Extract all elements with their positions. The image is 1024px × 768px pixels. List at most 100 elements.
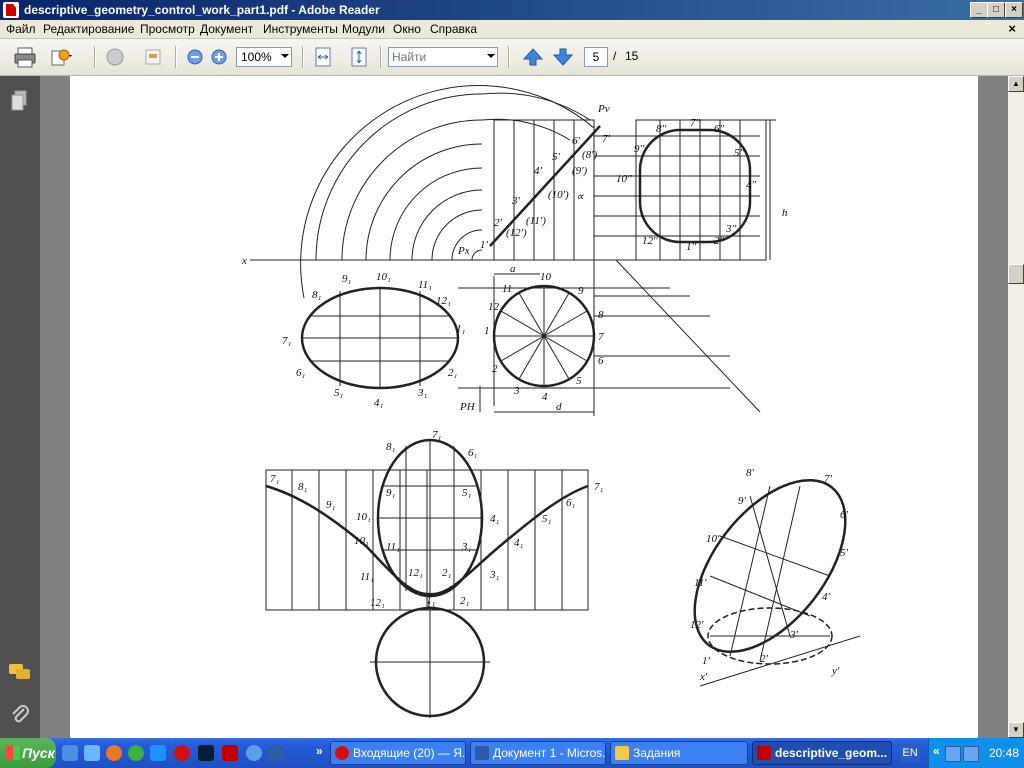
top-view-number: 5 [576,375,582,387]
d-dimension-label: d [556,401,562,413]
h-dimension-label: h [782,207,788,219]
share-icon[interactable] [48,45,74,69]
quicklaunch-desktop-icon[interactable] [84,745,100,761]
section-label: 2₁ [448,367,458,379]
toolbar-separator [508,46,510,68]
iso-label: 4' [822,591,831,603]
task-label: Документ 1 - Micros... [493,746,606,760]
comment-icon[interactable] [140,45,166,69]
toolbar-separator [380,46,382,68]
language-indicator[interactable]: EN [900,744,920,762]
clock: 20:48 [988,746,1019,760]
top-view-number: 4 [542,391,548,403]
iso-label: 5' [840,547,849,559]
quicklaunch-word-icon[interactable] [268,745,284,761]
top-view-number: 9 [578,285,584,297]
top-view-number: 7 [598,331,604,343]
iso-label: 9' [738,495,747,507]
side-point-label: 3'' [725,223,737,235]
development-label: 6₁ [566,497,576,509]
quicklaunch-ie-icon[interactable] [62,745,78,761]
side-point-label: 2'' [714,235,725,247]
scroll-thumb[interactable] [1008,264,1024,284]
ph-label: PH [459,401,476,413]
menu-help[interactable]: Справка [430,22,477,36]
menu-bar: Файл Редактирование Просмотр Документ Ин… [0,20,1024,39]
front-point-label: (10') [548,189,569,201]
task-adobe-reader[interactable]: descriptive_geom... [752,741,892,765]
development-label: 12₁ [370,597,385,609]
start-label: Пуск [22,745,55,761]
start-button[interactable]: Пуск [0,738,56,768]
network-icon[interactable] [945,746,961,762]
maximize-button[interactable]: □ [987,2,1005,18]
scroll-down-arrow[interactable]: ▼ [1008,722,1024,738]
menu-edit[interactable]: Редактирование [43,22,134,36]
section-label: 8₁ [312,289,322,301]
quicklaunch-opera-icon[interactable] [174,745,190,761]
quicklaunch-ie2-icon[interactable] [150,745,166,761]
top-view-number: 10 [540,271,552,283]
task-label: Задания [633,746,681,760]
print-icon[interactable] [12,45,38,69]
scroll-up-arrow[interactable]: ▲ [1008,76,1024,92]
total-pages: 15 [625,49,639,63]
comments-icon[interactable] [8,662,32,682]
quicklaunch-k-icon[interactable] [246,745,262,761]
task-mail[interactable]: Входящие (20) — Я... [330,741,466,765]
menu-tools[interactable]: Инструменты [263,22,338,36]
menu-view[interactable]: Просмотр [140,22,195,36]
side-point-label: 1'' [686,241,697,253]
section-label: 12₁ [436,295,451,307]
menu-document[interactable]: Документ [200,22,253,36]
network-icon[interactable] [963,746,979,762]
page-number-input[interactable]: 5 [584,47,608,67]
pdf-page[interactable]: Pv Px PH x a d h ∝ 1' 2' 3' 4' 5' 6' 7' … [70,76,978,738]
zoom-in-icon[interactable] [206,45,232,69]
fit-width-icon[interactable] [310,45,336,69]
pv-label: Pv [597,103,610,115]
search-input[interactable] [389,48,491,66]
fit-page-icon[interactable] [346,45,372,69]
technical-drawing: Pv Px PH x a d h ∝ 1' 2' 3' 4' 5' 6' 7' … [241,85,861,718]
pages-icon[interactable] [10,90,30,112]
menu-modules[interactable]: Модули [342,22,385,36]
toolbar-separator [302,46,304,68]
side-point-label: 6'' [714,123,725,135]
word-icon [475,746,489,760]
ellipse-label: 2₁ [442,567,452,579]
zoom-out-icon[interactable] [182,45,208,69]
top-view-number: 2 [492,363,498,375]
vertical-scrollbar[interactable]: ▲ ▼ [1008,76,1024,738]
close-button[interactable]: × [1005,2,1023,18]
toolbar: 100% 5 / 15 [0,39,1024,76]
quicklaunch-firefox-icon[interactable] [106,745,122,761]
find-box[interactable] [388,47,498,67]
zoom-select[interactable]: 100% [236,47,292,67]
top-view-number: 6 [598,355,604,367]
arrow-down-icon[interactable] [550,45,576,69]
task-word-document[interactable]: Документ 1 - Micros... [470,741,606,765]
front-point-label: 1' [480,239,489,251]
quicklaunch-acrobat-icon[interactable] [222,745,238,761]
quicklaunch-chrome-icon[interactable] [128,745,144,761]
sign-icon[interactable] [102,45,128,69]
top-view-number: 8 [598,309,604,321]
toolbar-separator [175,46,177,68]
front-point-label: 4' [534,165,543,177]
menu-file[interactable]: Файл [6,22,36,36]
tray-expand-arrows[interactable]: « [933,744,940,758]
task-label: Входящие (20) — Я... [353,746,466,760]
attachment-icon[interactable] [10,704,30,726]
section-label: 4₁ [374,397,384,409]
development-label: 7₁ [594,481,604,493]
menu-window[interactable]: Окно [393,22,421,36]
task-folder[interactable]: Задания [610,741,748,765]
taskbar-more-arrows[interactable]: » [316,744,323,758]
minimize-button[interactable]: _ [970,2,988,18]
section-label: 11₁ [418,279,432,291]
close-document-button[interactable]: × [1008,21,1016,36]
quicklaunch-photoshop-icon[interactable] [198,745,214,761]
top-view-number: 1 [484,325,490,337]
arrow-up-icon[interactable] [520,45,546,69]
